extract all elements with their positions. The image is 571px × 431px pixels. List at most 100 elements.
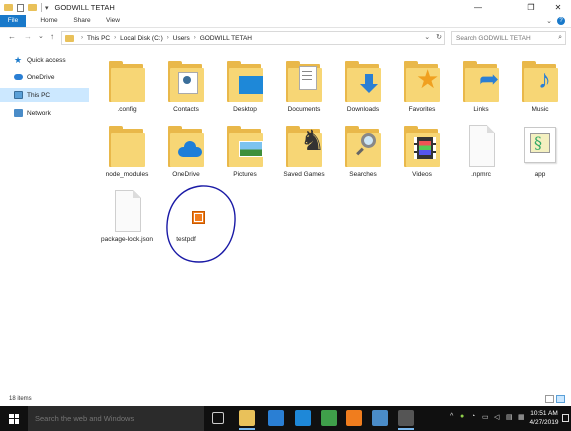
- file-item[interactable]: § app: [511, 123, 569, 179]
- vlc-icon[interactable]: [346, 410, 362, 426]
- file-icon: [461, 123, 501, 169]
- show-hidden-icons-icon[interactable]: ^: [450, 413, 453, 420]
- file-item[interactable]: Documents: [275, 58, 333, 114]
- file-item[interactable]: ♞ Saved Games: [275, 123, 333, 179]
- clock-date: 4/27/2019: [529, 419, 559, 426]
- folder-icon: [107, 58, 147, 104]
- breadcrumb-current-folder[interactable]: GODWILL TETAH: [200, 35, 252, 42]
- file-name: node_modules: [105, 171, 149, 178]
- taskbar-search[interactable]: [28, 406, 204, 431]
- large-icons-view-icon[interactable]: [556, 395, 565, 403]
- file-name: Documents: [287, 106, 321, 113]
- dark-app-icon[interactable]: [398, 410, 414, 430]
- sidebar-item-network[interactable]: Network: [0, 106, 89, 120]
- breadcrumb-local-disk[interactable]: Local Disk (C:): [120, 35, 163, 42]
- breadcrumb-users[interactable]: Users: [173, 35, 190, 42]
- maximize-button[interactable]: ❐: [518, 0, 544, 15]
- file-item[interactable]: Contacts: [157, 58, 215, 114]
- file-name: Saved Games: [283, 171, 325, 178]
- taskbar-search-input[interactable]: [35, 412, 200, 424]
- sidebar-item-onedrive[interactable]: OneDrive: [0, 70, 89, 84]
- file-item[interactable]: testpdf: [157, 188, 215, 244]
- refresh-icon[interactable]: ↻: [436, 33, 442, 41]
- file-name: Videos: [412, 171, 432, 178]
- file-item[interactable]: Pictures: [216, 123, 274, 179]
- file-name: testpdf: [176, 236, 196, 243]
- minimize-button[interactable]: —: [465, 0, 491, 15]
- file-item[interactable]: Searches: [334, 123, 392, 179]
- search-box[interactable]: ⌕: [451, 31, 566, 45]
- script-icon: §: [520, 123, 560, 169]
- battery-icon[interactable]: ▭: [482, 413, 489, 421]
- maximize-icon: ❐: [527, 3, 535, 12]
- file-explorer-icon[interactable]: [239, 410, 255, 430]
- chevron-right-icon: ›: [81, 35, 83, 41]
- expand-ribbon-icon[interactable]: ⌄: [546, 17, 552, 25]
- wifi-icon[interactable]: ◔: [471, 413, 475, 420]
- keyboard-icon[interactable]: ▦: [518, 413, 525, 421]
- desktop-icon: [225, 58, 265, 104]
- file-item[interactable]: ★ Favorites: [393, 58, 451, 114]
- breadcrumb-this-pc[interactable]: This PC: [87, 35, 110, 42]
- picture-icon: [225, 123, 265, 169]
- sidebar-item-label: Network: [27, 109, 51, 117]
- windows-logo-icon: [9, 413, 19, 424]
- close-button[interactable]: ✕: [545, 0, 571, 15]
- app-icon[interactable]: [372, 410, 388, 426]
- customize-toolbar-icon[interactable]: ▾: [45, 4, 49, 12]
- back-button[interactable]: ←: [8, 32, 16, 41]
- sidebar-item-quick-access[interactable]: ★ Quick access: [0, 53, 89, 67]
- file-name: Favorites: [408, 106, 436, 113]
- file-item[interactable]: package-lock.json: [98, 188, 156, 244]
- tab-home[interactable]: Home: [37, 15, 61, 27]
- chess-icon: ♞: [284, 123, 325, 169]
- window-title: GODWILL TETAH: [54, 3, 115, 12]
- tab-file[interactable]: File: [0, 15, 26, 27]
- file-name: Desktop: [233, 106, 257, 113]
- file-name: Contacts: [173, 106, 199, 113]
- file-item[interactable]: ♪ Music: [511, 58, 569, 114]
- file-item[interactable]: OneDrive: [157, 123, 215, 179]
- notepad-icon[interactable]: [321, 410, 337, 426]
- tab-view[interactable]: View: [103, 15, 123, 27]
- chevron-right-icon: ›: [193, 35, 196, 41]
- file-item[interactable]: .config: [98, 58, 156, 114]
- tab-share[interactable]: Share: [70, 15, 94, 27]
- address-dropdown-icon[interactable]: ⌄: [424, 33, 430, 41]
- help-icon[interactable]: ?: [557, 17, 565, 25]
- file-name: OneDrive: [172, 171, 200, 178]
- network-tray-icon[interactable]: ▤: [506, 413, 513, 421]
- properties-icon[interactable]: [17, 3, 24, 12]
- search-icon[interactable]: ⌕: [558, 34, 562, 42]
- cloud-icon: [14, 74, 23, 80]
- file-name: Searches: [349, 171, 377, 178]
- sidebar-item-label: Quick access: [27, 56, 66, 64]
- link-arrow-icon: ➦: [461, 58, 501, 104]
- forward-button[interactable]: →: [24, 32, 32, 41]
- file-item[interactable]: Videos: [393, 123, 451, 179]
- up-button[interactable]: ↑: [50, 32, 54, 41]
- clock[interactable]: 10:51 AM 4/27/2019: [528, 409, 560, 427]
- details-view-icon[interactable]: [545, 395, 554, 403]
- address-bar[interactable]: › This PC › Local Disk (C:) › Users › GO…: [61, 31, 445, 45]
- file-item[interactable]: ➦ Links: [452, 58, 510, 114]
- ribbon-controls: ⌄ ?: [546, 17, 565, 25]
- store-icon[interactable]: [268, 410, 284, 426]
- file-item[interactable]: node_modules: [98, 123, 156, 179]
- file-item[interactable]: Downloads: [334, 58, 392, 114]
- recent-locations-button[interactable]: ⌄: [38, 32, 44, 40]
- tray-app-icon[interactable]: ●: [460, 413, 464, 420]
- notification-icon[interactable]: [562, 414, 569, 422]
- file-icon: [107, 188, 147, 234]
- new-folder-icon[interactable]: [28, 4, 37, 11]
- sidebar-item-this-pc[interactable]: This PC: [0, 88, 89, 102]
- search-input[interactable]: [452, 32, 552, 44]
- file-item[interactable]: Desktop: [216, 58, 274, 114]
- sidebar-item-label: OneDrive: [27, 73, 55, 81]
- task-view-icon[interactable]: [212, 412, 224, 424]
- volume-icon[interactable]: ◁: [494, 413, 499, 421]
- mail-icon[interactable]: [295, 410, 311, 426]
- start-button[interactable]: [0, 406, 28, 431]
- file-item[interactable]: .npmrc: [452, 123, 510, 179]
- computer-icon: [14, 91, 23, 99]
